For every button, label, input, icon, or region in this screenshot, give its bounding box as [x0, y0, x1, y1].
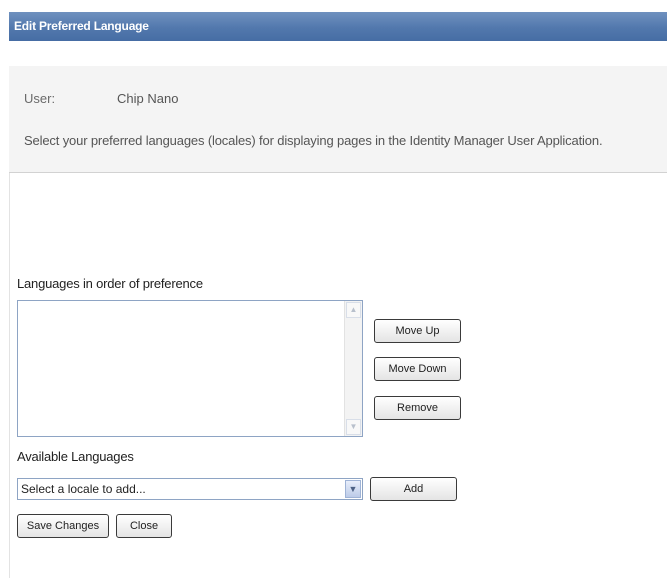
dialog-title-bar: Edit Preferred Language: [9, 12, 667, 41]
user-name: Chip Nano: [117, 91, 179, 106]
move-down-button[interactable]: Move Down: [374, 357, 461, 381]
dialog-title: Edit Preferred Language: [14, 19, 149, 33]
content-left-border: [9, 173, 10, 578]
preferred-languages-list[interactable]: ▲ ▼: [17, 300, 363, 437]
chevron-down-icon[interactable]: ▼: [345, 480, 361, 498]
scroll-up-icon[interactable]: ▲: [346, 302, 361, 318]
preferred-languages-heading: Languages in order of preference: [17, 276, 203, 291]
user-label: User:: [24, 91, 56, 106]
scroll-down-icon[interactable]: ▼: [346, 419, 361, 435]
locale-select-value: Select a locale to add...: [21, 482, 146, 496]
save-changes-button[interactable]: Save Changes: [17, 514, 109, 538]
user-info-panel: User: Chip Nano Select your preferred la…: [9, 66, 667, 173]
remove-button[interactable]: Remove: [374, 396, 461, 420]
close-button[interactable]: Close: [116, 514, 172, 538]
instructions-text: Select your preferred languages (locales…: [24, 133, 603, 148]
add-button[interactable]: Add: [370, 477, 457, 501]
locale-select[interactable]: Select a locale to add... ▼: [17, 478, 363, 500]
available-languages-heading: Available Languages: [17, 449, 134, 464]
list-scrollbar[interactable]: ▲ ▼: [344, 301, 362, 436]
move-up-button[interactable]: Move Up: [374, 319, 461, 343]
